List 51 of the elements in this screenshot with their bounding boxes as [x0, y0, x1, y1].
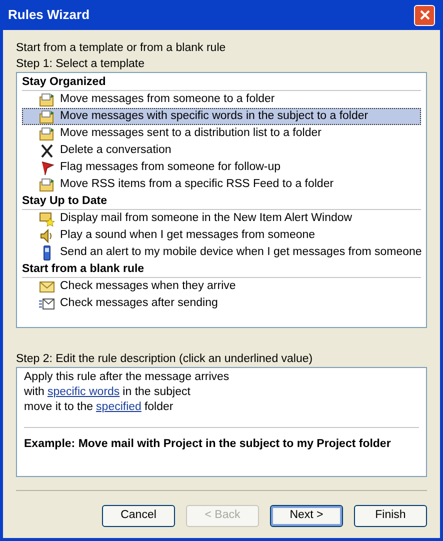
description-text: folder — [144, 400, 174, 415]
item-label: Flag messages from someone for follow-up — [60, 160, 281, 175]
close-icon — [418, 9, 430, 21]
item-label: Move RSS items from a specific RSS Feed to a folder — [60, 176, 334, 192]
template-item[interactable]: Flag messages from someone for follow-up — [22, 159, 421, 176]
envelope-icon — [39, 278, 55, 294]
item-label: Move messages with specific words in the subject to a folder — [60, 108, 368, 124]
x-icon — [39, 142, 55, 158]
template-item[interactable]: Move RSS items from a specific RSS Feed to a folder — [22, 176, 421, 193]
intro-text: Start from a template or from a blank rule — [16, 41, 227, 56]
template-item[interactable]: Display mail from someone in the New Item Alert Window — [22, 210, 421, 227]
item-label: Check messages when they arrive — [60, 278, 236, 294]
description-text: move it to the — [24, 400, 94, 415]
item-label: Play a sound when I get messages from someone — [60, 228, 316, 243]
value-link[interactable]: specific words — [47, 385, 120, 400]
step-label: Step 1: Select a template — [16, 57, 146, 72]
envelope-lines-icon — [39, 296, 55, 312]
template-item[interactable]: Check messages after sending — [22, 295, 421, 312]
group-heading: Stay Up to Date — [22, 193, 421, 210]
template-item[interactable]: Move messages sent to a distribution list to a folder — [22, 125, 421, 142]
item-label: Move messages sent to a distribution list to a folder — [60, 126, 322, 141]
folder-icon — [39, 108, 55, 124]
value-link[interactable]: specified — [96, 400, 142, 415]
folder-icon — [39, 176, 55, 192]
group-heading: Stay Organized — [22, 74, 421, 91]
item-label: Send an alert to my mobile device when I get messages from someone — [60, 244, 422, 260]
dialog-button[interactable]: Cancel — [102, 505, 175, 527]
window-title: Rules Wizard — [8, 6, 90, 24]
template-item[interactable]: Delete a conversation — [22, 142, 421, 159]
item-label: Move messages from someone to a folder — [60, 92, 275, 107]
item-label: Display mail from someone in the New Item Alert Window — [60, 210, 352, 226]
flag-icon — [39, 160, 55, 176]
item-label: Check messages after sending — [60, 296, 218, 311]
template-item[interactable]: Play a sound when I get messages from someone — [22, 227, 421, 244]
template-item[interactable]: Move messages from someone to a folder — [22, 91, 421, 108]
item-label: Delete a conversation — [60, 142, 172, 158]
example-text: Example: Move mail with Project in the subject to my Project folder — [24, 438, 391, 450]
folder-icon — [39, 92, 55, 108]
description-text: with — [24, 385, 44, 400]
group-heading: Start from a blank rule — [22, 261, 421, 278]
dialog-button[interactable]: Next > — [270, 505, 343, 527]
close-button[interactable] — [414, 4, 435, 26]
mail-star-icon — [39, 210, 55, 226]
template-item[interactable]: Check messages when they arrive — [22, 278, 421, 295]
description-text: in the subject — [122, 385, 190, 400]
template-item[interactable]: Move messages with specific words in the subject to a folder — [22, 108, 421, 125]
description-text: Apply this rule after the message arrives — [24, 370, 230, 385]
step-label: Step 2: Edit the rule description (click an underlined value) — [16, 352, 314, 367]
dialog-button[interactable]: Finish — [354, 505, 427, 527]
folder-icon — [39, 126, 55, 142]
template-item[interactable]: Send an alert to my mobile device when I get messages from someone — [22, 244, 421, 261]
